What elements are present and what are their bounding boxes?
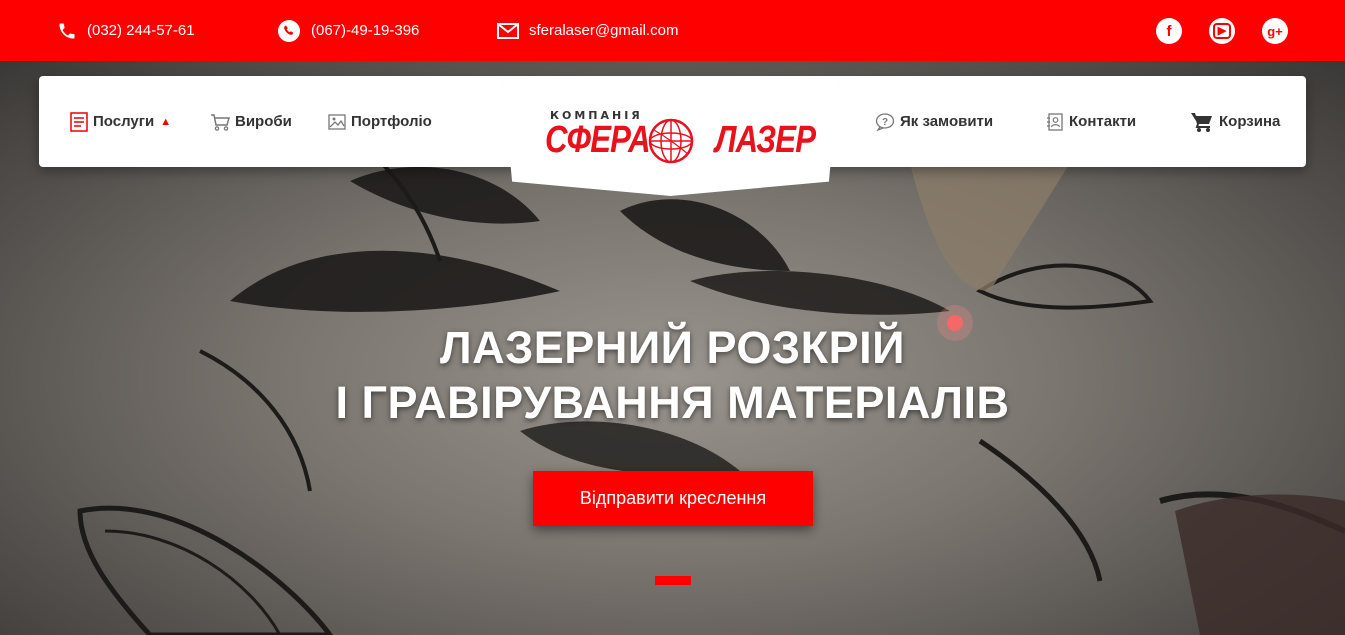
mail-icon	[497, 22, 519, 39]
phone-icon	[59, 23, 75, 38]
nav-label-cart: Корзина	[1219, 113, 1281, 130]
nav-item-services[interactable]: Послуги ▲	[70, 76, 171, 167]
email-address: sferalaser@gmail.com	[529, 22, 679, 39]
viber-contact[interactable]: (067)-49-19-396	[277, 0, 419, 61]
nav-item-products[interactable]: Вироби	[210, 76, 292, 167]
nav-label-contacts: Контакти	[1069, 113, 1137, 130]
phone-number: (032) 244-57-61	[87, 22, 195, 39]
logo-word-lazer: ЛАЗЕР	[715, 119, 816, 161]
hero-headline-line1: ЛАЗЕРНИЙ РОЗКРІЙ	[440, 322, 905, 373]
nav-item-portfolio[interactable]: Портфоліо	[328, 76, 432, 167]
nav-item-how-to-order[interactable]: ? Як замовити	[875, 76, 993, 167]
phone-contact[interactable]: (032) 244-57-61	[57, 0, 195, 61]
nav-label-portfolio: Портфоліо	[351, 113, 432, 130]
youtube-icon[interactable]: ▶	[1209, 18, 1235, 44]
hero-headline-line2: І ГРАВІРУВАННЯ МАТЕРІАЛІВ	[335, 377, 1010, 428]
cart-outline-icon	[211, 113, 230, 131]
logo-word-sfera: СФЕРА	[545, 119, 651, 161]
viber-number: (067)-49-19-396	[311, 22, 420, 39]
facebook-icon[interactable]: f	[1156, 18, 1182, 44]
logo[interactable]: КОМПАНІЯ СФЕРА ЛАЗЕР	[502, 76, 839, 196]
nav-label-services: Послуги	[93, 113, 155, 130]
cart-icon	[1191, 112, 1212, 132]
slider-indicator[interactable]	[655, 576, 691, 585]
hero-headline: ЛАЗЕРНИЙ РОЗКРІЙ І ГРАВІРУВАННЯ МАТЕРІАЛ…	[0, 320, 1345, 430]
nav-label-how-to-order: Як замовити	[900, 113, 994, 130]
contacts-icon	[1047, 112, 1063, 131]
image-icon	[328, 113, 346, 130]
caret-up-icon: ▲	[160, 115, 172, 128]
question-icon: ?	[875, 112, 895, 131]
viber-icon	[278, 19, 300, 42]
list-icon	[70, 111, 88, 132]
nav-item-cart[interactable]: Корзина	[1190, 76, 1280, 167]
googleplus-icon[interactable]: g+	[1262, 18, 1288, 44]
top-contact-bar: (032) 244-57-61 (067)-49-19-396 sferalas…	[0, 0, 1345, 61]
nav-item-contacts[interactable]: Контакти	[1046, 76, 1136, 167]
youtube-glyph: ▶	[1212, 23, 1232, 39]
nav-label-products: Вироби	[235, 113, 292, 130]
globe-icon	[648, 118, 694, 164]
send-drawing-button[interactable]: Відправити креслення	[533, 471, 813, 526]
email-contact[interactable]: sferalaser@gmail.com	[497, 0, 678, 61]
svg-text:?: ?	[882, 117, 888, 128]
